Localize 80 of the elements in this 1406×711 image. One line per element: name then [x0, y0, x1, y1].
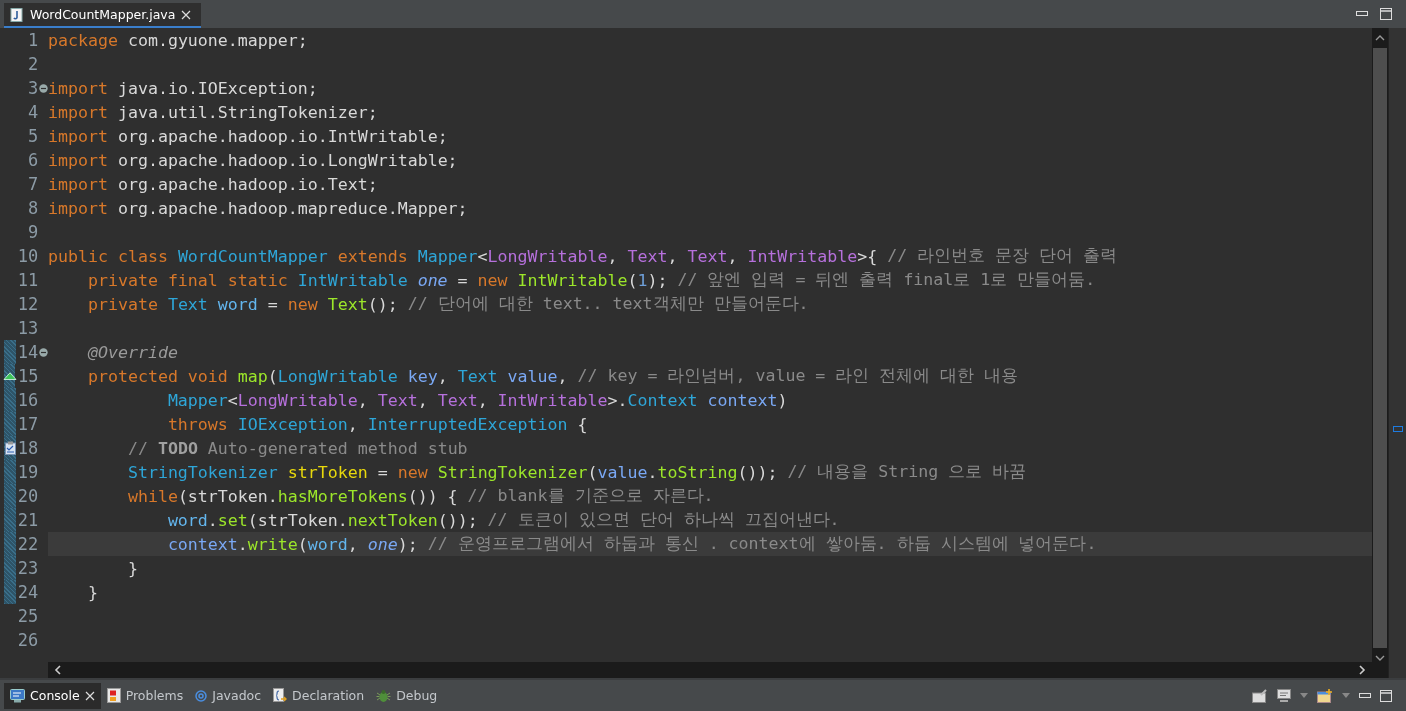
line-number: 23 [17, 558, 39, 578]
maximize-icon[interactable] [1380, 689, 1392, 702]
line-number: 3 [27, 78, 39, 98]
line-number: 13 [17, 318, 39, 338]
monitor-icon [10, 688, 25, 703]
line-number: 9 [27, 222, 39, 242]
line-number: 19 [17, 462, 39, 482]
new-window-icon[interactable] [1317, 688, 1333, 703]
fold-icon[interactable] [38, 347, 48, 357]
line-number: 11 [17, 270, 39, 290]
overview-marker[interactable] [1392, 426, 1403, 432]
fold-icon[interactable] [38, 83, 48, 93]
code-line: } [86, 581, 99, 604]
line-number: 5 [27, 126, 39, 146]
view-tab[interactable]: Console [4, 682, 101, 709]
code-line: import java.io.IOException; [48, 77, 319, 100]
chevron-left-icon[interactable] [54, 665, 62, 675]
chevron-down-icon[interactable] [1375, 654, 1385, 662]
code-line: private final static IntWritable one = new IntWritable(1); // 앞엔 입력 = 뒤엔 출력 final로 1로 만들어둠. [86, 269, 1097, 292]
code-line: while(strToken.hasMoreTokens()) { // blank를 기준으로 자른다. [126, 485, 715, 508]
line-number: 20 [17, 486, 39, 506]
code-line: @Override [86, 341, 179, 364]
close-icon[interactable] [181, 9, 192, 20]
monitor-icon[interactable] [1277, 688, 1291, 703]
at-sign-icon [195, 689, 208, 702]
view-tab[interactable]: Debug [370, 682, 444, 709]
view-tab[interactable]: Declaration [267, 682, 371, 709]
chevron-up-icon[interactable] [1375, 34, 1385, 42]
line-number: 18 [17, 438, 39, 458]
code-line: word.set(strToken.nextToken()); // 토큰이 있으면 단어 하나씩 끄집어낸다. [166, 509, 841, 532]
code-line: import org.apache.hadoop.io.Text; [48, 173, 379, 196]
caret-icon[interactable] [1300, 693, 1308, 698]
maximize-icon[interactable] [1380, 8, 1392, 20]
bug-icon [376, 688, 392, 703]
code-line: Mapper<LongWritable, Text, Text, IntWritable>.Context context) [166, 389, 789, 412]
code-line: import org.apache.hadoop.mapreduce.Mapper; [48, 197, 469, 220]
horizontal-scrollbar[interactable] [48, 662, 1372, 678]
minimize-icon[interactable] [1359, 692, 1371, 699]
pin-icon[interactable] [1252, 688, 1268, 703]
line-number: 7 [27, 174, 39, 194]
code-line: throws IOException, InterruptedException { [166, 413, 589, 436]
code-line: private Text word = new Text(); // 단어에 대한 text.. text객체만 만들어둔다. [86, 293, 810, 316]
declaration-icon [273, 688, 288, 703]
triangle-icon [3, 372, 18, 380]
line-number: 4 [27, 102, 39, 122]
code-line: // TODO Auto-generated method stub [126, 437, 469, 460]
code-line: StringTokenizer strToken = new StringTokenizer(value.toString()); // 내용을 String 으로 바꿈 [126, 461, 1028, 484]
java-file-icon [10, 7, 24, 22]
line-number: 25 [17, 606, 39, 626]
problems-icon [106, 688, 121, 703]
clipboard-icon [4, 441, 16, 455]
chevron-right-icon[interactable] [1358, 665, 1366, 675]
vertical-scrollbar[interactable] [1372, 28, 1388, 678]
line-number: 12 [17, 294, 39, 314]
line-number: 8 [27, 198, 39, 218]
view-tab[interactable]: Problems [100, 682, 190, 709]
line-number: 2 [27, 54, 39, 74]
code-line: } [126, 557, 139, 580]
line-number: 26 [17, 630, 39, 650]
line-number: 22 [17, 534, 39, 554]
line-number: 17 [17, 414, 39, 434]
line-number: 21 [17, 510, 39, 530]
line-number: 16 [17, 390, 39, 410]
line-number: 1 [27, 30, 39, 50]
editor-tab[interactable]: WordCountMapper.java [4, 3, 202, 28]
line-number: 24 [17, 582, 39, 602]
code-line: protected void map(LongWritable key, Text value, // key = 라인넘버, value = 라인 전체에 대한 내용 [86, 365, 1020, 388]
code-line: package com.gyuone.mapper; [48, 29, 309, 52]
code-line: import java.util.StringTokenizer; [48, 101, 379, 124]
caret-icon[interactable] [1342, 693, 1350, 698]
minimize-icon[interactable] [1356, 11, 1368, 17]
code-line: import org.apache.hadoop.io.IntWritable; [48, 125, 449, 148]
line-number: 6 [27, 150, 39, 170]
close-icon[interactable] [84, 690, 95, 701]
line-number: 10 [17, 246, 39, 266]
line-number: 15 [17, 366, 39, 386]
code-line: import org.apache.hadoop.io.LongWritable; [48, 149, 459, 172]
view-tab[interactable]: Javadoc [189, 682, 268, 709]
line-number: 14 [17, 342, 39, 362]
code-line: public class WordCountMapper extends Mapper<LongWritable, Text, Text, IntWritable>{ // 라인번호 문장 단어 출력 [48, 245, 1119, 268]
